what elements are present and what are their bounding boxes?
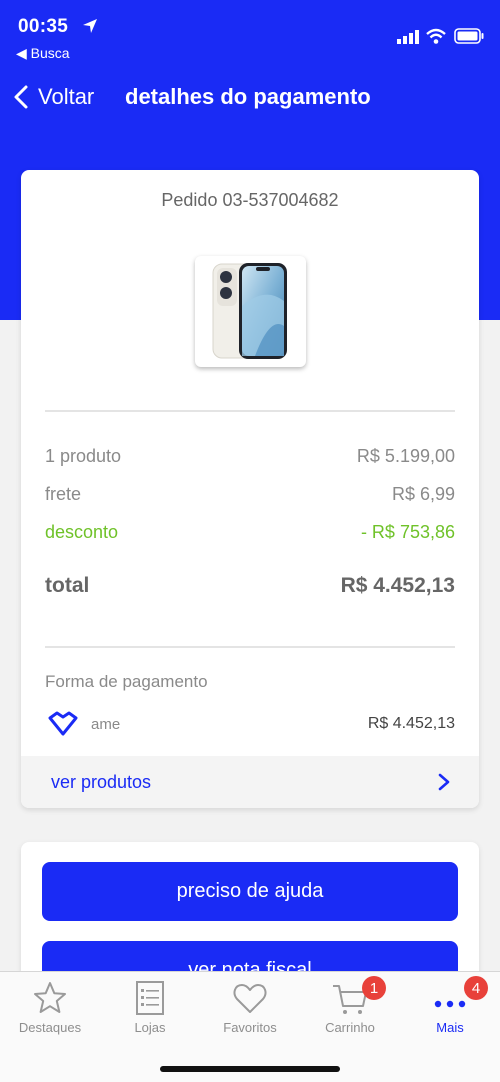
tab-label: Destaques [18,1020,82,1035]
order-number: Pedido 03-537004682 [161,190,339,210]
products-label: 1 produto [45,446,122,466]
more-icon [434,1000,466,1008]
cellular-signal-icon [397,30,419,44]
status-time: 00:35 [18,16,69,37]
more-badge: 4 [464,976,488,1000]
order-details-card: Pedido 03-537004682 1 produto R$ 5.199,0… [21,170,479,808]
list-icon [136,981,164,1015]
product-image[interactable] [195,256,306,367]
ame-heart-icon [48,711,78,736]
tab-mais[interactable]: Mais 4 [400,972,500,1042]
tab-label: Lojas [134,1020,166,1035]
chevron-left-icon [14,85,28,109]
back-button[interactable]: Voltar [10,80,94,114]
heart-icon [233,984,267,1013]
shipping-value: R$ 6,99 [391,484,455,504]
discount-label: desconto [45,522,119,542]
total-label: total [45,574,90,597]
payment-method-name: ame [91,716,121,733]
discount-value: - R$ 753,86 [360,522,455,542]
tab-favoritos[interactable]: Favoritos [200,972,300,1042]
see-products-label: ver produtos [51,771,152,792]
location-arrow-icon [83,19,97,33]
phone-product-icon [212,263,287,359]
tab-destaques[interactable]: Destaques [0,972,100,1042]
page-title: detalhes do pagamento [125,84,371,109]
tab-carrinho[interactable]: Carrinho 1 [300,972,400,1042]
help-button[interactable]: preciso de ajuda [42,862,458,921]
chevron-right-icon [438,773,450,791]
divider [45,410,455,412]
products-value: R$ 5.199,00 [356,446,455,466]
shipping-label: frete [45,484,82,504]
back-to-app-link[interactable]: ◀ Busca [16,45,70,62]
total-value: R$ 4.452,13 [340,574,455,597]
tab-label: Carrinho [325,1020,375,1035]
tab-label: Mais [436,1020,464,1035]
see-products-link[interactable]: ver produtos [21,756,479,808]
tab-bar: Destaques Lojas Favoritos Carrinho 1 Mai… [0,971,500,1082]
back-button-label: Voltar [38,84,95,109]
star-icon [34,982,66,1013]
total-row: total R$ 4.452,13 [45,574,455,598]
battery-icon [454,28,484,44]
products-row: 1 produto R$ 5.199,00 [45,446,455,467]
wifi-icon [426,28,446,44]
tab-lojas[interactable]: Lojas [100,972,200,1042]
tab-label: Favoritos [223,1020,277,1035]
status-bar: 00:35 ◀ Busca [0,0,500,70]
cart-badge: 1 [362,976,386,1000]
divider [45,646,455,648]
payment-amount: R$ 4.452,13 [367,715,455,732]
discount-row: desconto - R$ 753,86 [45,522,455,543]
home-indicator [160,1066,340,1072]
shipping-row: frete R$ 6,99 [45,484,455,505]
payment-method-label: Forma de pagamento [45,672,208,691]
